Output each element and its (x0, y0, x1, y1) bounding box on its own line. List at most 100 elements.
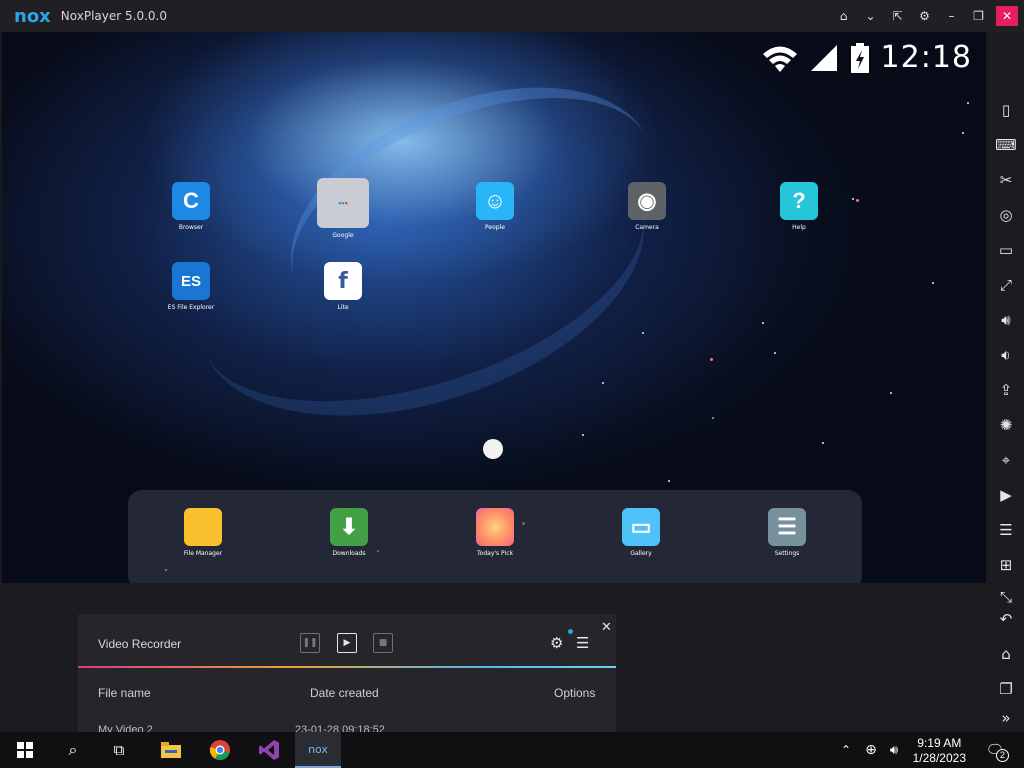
chrome-icon[interactable] (203, 732, 237, 768)
app-google-folder[interactable]: ▪ ▪ ▪ Google (308, 178, 378, 239)
pause-button[interactable]: ❚❚ (300, 633, 320, 653)
battery-icon (850, 42, 869, 73)
window-controls: ⌂ ⌄ ⇱ ⚙ – ❐ ✕ (830, 0, 1024, 32)
gallery-icon: ▭ (622, 508, 660, 546)
close-icon[interactable]: ✕ (996, 6, 1018, 26)
star (602, 382, 604, 384)
nox-logo: nox (14, 5, 51, 27)
volume-icon[interactable]: 🔊︎ (884, 732, 904, 768)
task-view-icon[interactable]: ⧉ (102, 732, 136, 768)
keyboard-icon[interactable]: ⌨ (994, 133, 1018, 157)
noxplayer-taskbar-icon[interactable]: nox (295, 732, 341, 768)
stop-button[interactable]: ■ (373, 633, 393, 653)
app-es-file-explorer[interactable]: ES ES File Explorer (156, 262, 226, 311)
app-drawer-button[interactable] (483, 439, 503, 459)
video-recorder-panel: Video Recorder ❚❚ ▶ ■ ⚙ ☰ File name Date… (78, 614, 616, 732)
fullscreen-icon[interactable]: ⤢ (994, 273, 1018, 297)
app-label: Google (332, 232, 354, 239)
star (932, 282, 934, 284)
file-explorer-icon[interactable] (154, 732, 188, 768)
notification-dot (568, 629, 573, 634)
play-button[interactable]: ▶ (337, 633, 357, 653)
app-file-manager[interactable]: File Manager (168, 508, 238, 557)
app-label: Camera (635, 224, 659, 231)
star (890, 392, 892, 394)
downloads-icon: ⬇ (330, 508, 368, 546)
android-status-bar: 12:18 (761, 40, 972, 75)
restore-icon[interactable]: ❐ (965, 0, 992, 32)
app-gallery[interactable]: ▭ Gallery (606, 508, 676, 557)
back-icon[interactable]: ↶ (994, 607, 1018, 631)
gear-icon[interactable]: ⚙ (911, 0, 938, 32)
android-home-screen[interactable]: 12:18 C Browser ▪ ▪ ▪ Google ☺ People ◉ Ca… (2, 32, 986, 583)
column-file-name: File name (98, 686, 151, 700)
title-bar: nox NoxPlayer 5.0.0.0 ⌂ ⌄ ⇱ ⚙ – ❐ ✕ (0, 0, 1024, 32)
resize-icon[interactable]: ⤡ (994, 585, 1018, 609)
minimize-icon[interactable]: – (938, 0, 965, 32)
home-button-icon[interactable]: ⌂ (994, 642, 1018, 666)
visual-studio-icon[interactable] (252, 732, 286, 768)
windows-taskbar: ⌕ ⧉ nox ⌃ ⊕ 🔊︎ 9:19 AM 1/28/2023 🗨︎ 2 (0, 732, 1024, 768)
help-icon: ? (780, 182, 818, 220)
recording-row[interactable]: My Video 2 23-01-28 09:18:52 (78, 720, 616, 732)
home-icon[interactable]: ⌂ (830, 0, 857, 32)
recents-icon[interactable]: ❐ (994, 677, 1018, 701)
video-recorder-title: Video Recorder (98, 637, 182, 651)
app-people[interactable]: ☺ People (460, 182, 530, 231)
app-facebook-lite[interactable]: f Lite (308, 262, 378, 311)
screen-icon[interactable]: ▭ (994, 238, 1018, 262)
star (762, 322, 764, 324)
system-clock[interactable]: 9:19 AM 1/28/2023 (913, 736, 966, 766)
volume-down-icon[interactable]: 🔉︎ (994, 343, 1018, 367)
star (962, 132, 964, 134)
more-icon[interactable]: » (994, 706, 1018, 730)
star (967, 102, 969, 104)
app-browser[interactable]: C Browser (156, 182, 226, 231)
settings-icon: ☰ (768, 508, 806, 546)
todays-pick-icon (476, 508, 514, 546)
app-help[interactable]: ? Help (764, 182, 834, 231)
star (856, 199, 859, 202)
recorder-settings-icon[interactable]: ⚙ (550, 634, 563, 652)
star (712, 417, 714, 419)
recording-name: My Video 2 (98, 724, 153, 732)
macro-icon[interactable]: ⌖ (994, 448, 1018, 472)
multi-instance-icon[interactable]: ☰ (994, 518, 1018, 542)
volume-up-icon[interactable]: 🔊︎ (994, 308, 1018, 332)
recorder-close-icon[interactable]: ✕ (601, 620, 612, 635)
app-label: Help (792, 224, 806, 231)
star (710, 358, 713, 361)
star (852, 198, 854, 200)
es-file-explorer-icon: ES (172, 262, 210, 300)
app-todays-pick[interactable]: Today's Pick (460, 508, 530, 557)
loading-icon[interactable]: ✺ (994, 413, 1018, 437)
notification-count: 2 (996, 749, 1009, 762)
search-icon[interactable]: ⌕ (56, 732, 90, 768)
recorder-divider (78, 666, 616, 668)
app-label: Downloads (332, 550, 366, 557)
app-settings[interactable]: ☰ Settings (752, 508, 822, 557)
browser-icon: C (172, 182, 210, 220)
windows-start-icon[interactable] (8, 732, 42, 768)
notifications-icon[interactable]: 🗨︎ 2 (980, 732, 1010, 768)
app-label: Settings (774, 550, 800, 557)
scissors-icon[interactable]: ✂ (994, 168, 1018, 192)
shake-icon[interactable]: ▯ (994, 98, 1018, 122)
app-camera[interactable]: ◉ Camera (612, 182, 682, 231)
controller-icon[interactable]: ⊞ (994, 553, 1018, 577)
status-clock: 12:18 (880, 40, 972, 75)
list-icon[interactable]: ☰ (576, 634, 589, 652)
apk-install-icon[interactable]: ⇪ (994, 378, 1018, 402)
column-options: Options (554, 686, 596, 700)
clock-time: 9:19 AM (917, 736, 962, 750)
network-icon[interactable]: ⊕ (860, 732, 882, 768)
star (668, 480, 670, 482)
location-icon[interactable]: ◎ (994, 203, 1018, 227)
app-downloads[interactable]: ⬇ Downloads (314, 508, 384, 557)
chevron-down-icon[interactable]: ⌄ (857, 0, 884, 32)
pin-icon[interactable]: ⇱ (884, 0, 911, 32)
video-record-icon[interactable]: ▶ (994, 483, 1018, 507)
show-hidden-icons-icon[interactable]: ⌃ (836, 732, 856, 768)
app-label: Lite (337, 304, 349, 311)
app-label: Gallery (630, 550, 652, 557)
